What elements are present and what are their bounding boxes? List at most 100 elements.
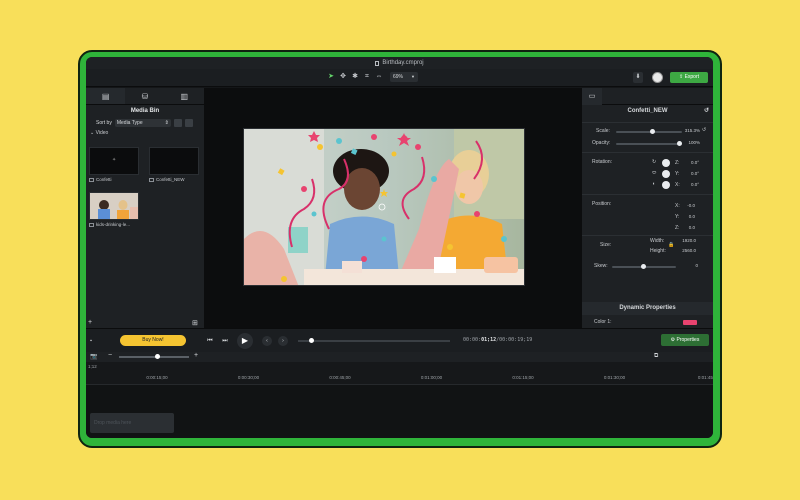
- timecode: 00:00:01;12/00:00:19;19: [463, 337, 532, 343]
- tab-annotations-icon[interactable]: ▥: [165, 88, 204, 104]
- skew-slider-knob[interactable]: [641, 264, 646, 269]
- chevron-down-icon: ▼: [411, 74, 415, 79]
- sort-select[interactable]: Media Type ⇕: [114, 119, 171, 127]
- rotation-z-value[interactable]: 0.0°: [681, 160, 699, 165]
- opacity-label: Opacity:: [592, 140, 611, 146]
- color-label: Color 1:: [594, 319, 612, 325]
- zoom-select[interactable]: 69% ▼: [390, 72, 418, 82]
- previous-button[interactable]: ‹: [262, 336, 272, 346]
- ruler-tick-label: 0:01:15;00: [512, 375, 534, 380]
- rotation-x-dial[interactable]: [662, 181, 670, 189]
- media-bin-panel: ▤ ⛁ ▥ Media Bin Sort by Media Type ⇕ ⌄ V…: [86, 88, 204, 328]
- zoom-out-icon[interactable]: −: [108, 352, 112, 359]
- properties-title: Confetti_NEW ↺: [582, 105, 713, 118]
- chevron-right-icon: ›: [282, 338, 284, 344]
- properties-button[interactable]: ⚙ Properties: [661, 334, 709, 346]
- step-forward-icon[interactable]: ⏭: [220, 336, 230, 346]
- thumbnail-view-button[interactable]: [173, 119, 182, 127]
- opacity-slider[interactable]: [616, 143, 682, 145]
- media-item[interactable]: Confetti_NEW: [149, 147, 199, 182]
- rotation-z-dial[interactable]: [662, 159, 670, 167]
- pan-tool-icon[interactable]: ✥: [338, 72, 348, 82]
- tab-library-icon[interactable]: ⛁: [125, 88, 164, 104]
- timeline-tracks[interactable]: Drop media here: [86, 385, 713, 438]
- left-panel-tabs: ▤ ⛁ ▥: [86, 88, 204, 105]
- scale-slider-knob[interactable]: [649, 129, 655, 134]
- height-value[interactable]: 2560.0: [674, 248, 696, 253]
- export-button[interactable]: ⇪ Export: [670, 72, 708, 83]
- crop-tool-icon[interactable]: ⌗: [362, 72, 372, 82]
- skew-label: Skew:: [594, 263, 608, 269]
- ruler-tick-label: 0:01:00;00: [420, 375, 443, 380]
- divider: [582, 122, 713, 123]
- time-current: 01;12: [481, 337, 497, 343]
- grid-icon[interactable]: ⊞: [192, 319, 198, 327]
- list-view-button[interactable]: [184, 119, 193, 127]
- ruler-tick-label: 0:01:45;: [697, 375, 713, 380]
- tab-media-icon[interactable]: ▤: [86, 88, 126, 104]
- opacity-value[interactable]: 100%: [678, 140, 700, 145]
- properties-tabs: ▭: [582, 88, 713, 105]
- time-prefix: 00:00:: [463, 337, 482, 343]
- scale-value[interactable]: 315.3%: [678, 128, 700, 133]
- divider: [582, 194, 713, 195]
- zoom-in-icon[interactable]: +: [194, 352, 198, 359]
- z-axis-label: Z:: [675, 160, 680, 166]
- scale-label: Scale:: [596, 128, 610, 134]
- media-item[interactable]: kids-drinking-le...: [89, 192, 139, 227]
- scrub-knob[interactable]: [308, 338, 314, 343]
- pin-tool-icon[interactable]: ✱: [350, 72, 360, 82]
- video-icon: [89, 222, 94, 227]
- width-value[interactable]: 1920.0: [674, 238, 696, 243]
- camera-icon[interactable]: 📷: [90, 353, 97, 360]
- rotation-y-dial[interactable]: [662, 170, 670, 178]
- sort-label: Sort by: [96, 120, 112, 126]
- video-icon: [89, 177, 94, 182]
- y-axis-label: Y:: [675, 214, 680, 220]
- z-axis-label: Z:: [675, 225, 680, 231]
- preview-image: [244, 129, 524, 285]
- tab-visual-properties-icon[interactable]: ▭: [582, 88, 602, 105]
- skew-value[interactable]: 0: [682, 263, 698, 268]
- media-item[interactable]: ✦ Confetti: [89, 147, 139, 182]
- reset-icon[interactable]: ↺: [702, 127, 706, 133]
- position-z-value[interactable]: 0.0: [681, 225, 695, 230]
- rotation-y-value[interactable]: 0.0°: [681, 171, 699, 176]
- color-swatch[interactable]: [683, 320, 697, 325]
- timeline-zoom-slider[interactable]: [119, 356, 189, 358]
- buy-now-button[interactable]: Buy Now!: [120, 335, 186, 346]
- ruler-tick-label: 0:00:15;00: [146, 375, 168, 380]
- timeline-zoom-knob[interactable]: [155, 354, 160, 359]
- media-thumbnail: [89, 192, 139, 220]
- play-button[interactable]: ▶: [237, 333, 253, 349]
- rotate-y-icon: ⬭: [652, 170, 657, 176]
- media-item-label: kids-drinking-le...: [96, 222, 131, 227]
- main-toolbar: ➤ ✥ ✱ ⌗ ⇔ 69% ▼ ⬇ ⇪ Export: [86, 69, 713, 87]
- select-tool-icon[interactable]: ➤: [326, 72, 336, 82]
- export-label: Export: [684, 74, 700, 80]
- drop-zone[interactable]: Drop media here: [90, 413, 174, 433]
- rotation-x-value[interactable]: 0.0°: [681, 182, 699, 187]
- properties-panel: ▭ Confetti_NEW ↺ Scale: 315.3% ↺ Opacity…: [582, 88, 713, 351]
- next-button[interactable]: ›: [278, 336, 288, 346]
- media-bin-title: Media Bin: [130, 108, 160, 114]
- section-video[interactable]: ⌄ Video: [86, 129, 204, 138]
- reset-icon[interactable]: ↺: [704, 105, 709, 118]
- export-icon: ⇪: [678, 74, 684, 80]
- sort-value: Media Type: [116, 120, 143, 126]
- download-button[interactable]: ⬇: [633, 72, 643, 83]
- position-y-value[interactable]: 0.0: [681, 214, 695, 219]
- scrub-bar[interactable]: [298, 340, 450, 342]
- add-media-button[interactable]: +: [88, 319, 92, 326]
- step-back-icon[interactable]: ⏮: [205, 336, 215, 346]
- resize-tool-icon[interactable]: ⇔: [374, 72, 384, 82]
- window-title: Birthday.cmproj: [382, 60, 424, 66]
- expand-icon[interactable]: ⧉: [654, 353, 658, 360]
- position-x-value[interactable]: -0.0: [681, 203, 695, 208]
- avatar[interactable]: [652, 72, 663, 83]
- preview-stage[interactable]: [243, 128, 525, 286]
- ruler-start-label: 1;12: [88, 364, 97, 369]
- timeline-ruler[interactable]: 1;12 0:00:15;00 0:00:30;00 0:00:45;00 0:01:…: [86, 362, 713, 385]
- width-label: Width:: [650, 238, 665, 244]
- title-bar: Birthday.cmproj: [86, 57, 713, 69]
